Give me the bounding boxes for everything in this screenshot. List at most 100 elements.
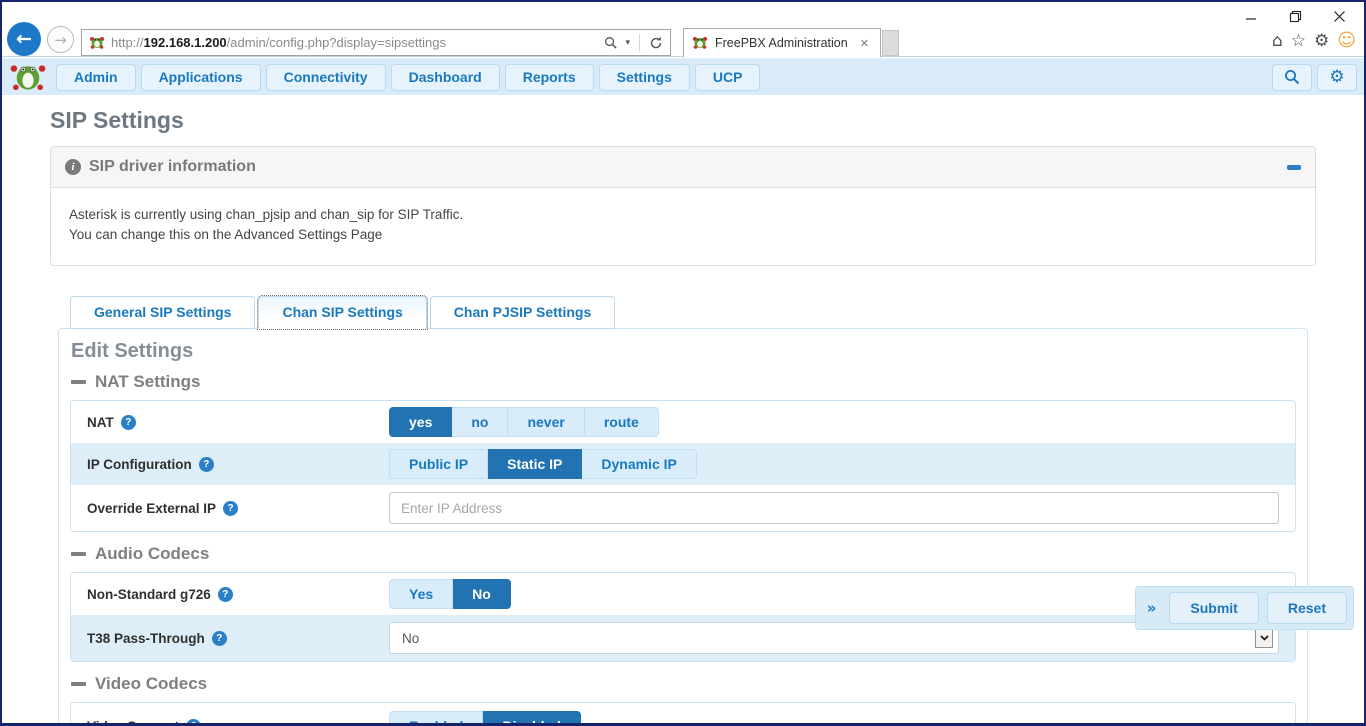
nat-settings-rows: NAT ? yes no never route IP Configuratio… [70,400,1296,532]
nat-button-group: yes no never route [389,407,659,437]
section-header-audio-codecs: Audio Codecs [71,544,1295,564]
help-icon[interactable]: ? [218,587,233,602]
tab-chan-sip-settings[interactable]: Chan SIP Settings [258,296,426,329]
edit-settings-panel: Edit Settings NAT Settings NAT ? yes no … [58,328,1308,726]
nat-option-never[interactable]: never [508,407,584,437]
collapse-section-icon[interactable] [71,552,86,556]
select-arrow-icon[interactable] [1255,628,1273,648]
search-icon[interactable] [601,34,620,51]
video-option-enabled[interactable]: Enabled [389,711,483,726]
audio-codecs-rows: Non-Standard g726 ? Yes No T38 Pass-Thro… [70,572,1296,662]
tab-general-sip-settings[interactable]: General SIP Settings [70,296,255,329]
g726-option-no[interactable]: No [453,579,511,609]
ipconfig-option-static-ip[interactable]: Static IP [488,449,582,479]
nat-option-no[interactable]: no [452,407,508,437]
freepbx-navbar: Admin Applications Connectivity Dashboar… [2,58,1364,95]
navbar-search-icon [1284,69,1300,85]
home-icon[interactable]: ⌂ [1272,33,1283,50]
ip-configuration-label: IP Configuration ? [87,457,389,472]
ip-configuration-button-group: Public IP Static IP Dynamic IP [389,449,697,479]
help-icon[interactable]: ? [121,415,136,430]
new-tab-button[interactable] [882,30,899,56]
addressbar-tools: ▾ [601,34,666,52]
help-icon[interactable]: ? [199,457,214,472]
floating-action-bar: » Submit Reset [1135,586,1354,630]
search-caret-icon[interactable]: ▾ [622,36,633,50]
video-support-label: Video Support ? [87,719,389,726]
freepbx-logo-icon[interactable] [9,62,47,92]
t38-pass-through-row: T38 Pass-Through ? No [71,615,1295,661]
help-icon[interactable]: ? [212,631,227,646]
submit-button[interactable]: Submit [1169,592,1258,624]
forward-button[interactable]: → [47,26,74,53]
help-icon[interactable]: ? [223,501,238,516]
url-host: 192.168.1.200 [144,35,227,50]
tab-close-icon[interactable]: ✕ [857,36,872,51]
favorites-star-icon[interactable]: ☆ [1291,33,1306,50]
g726-button-group: Yes No [389,579,511,609]
feedback-smiley-icon[interactable]: ☺ [1337,32,1356,50]
nav-item-applications[interactable]: Applications [141,64,261,91]
close-button[interactable] [1324,6,1354,26]
sip-driver-info-header[interactable]: i SIP driver information [50,146,1316,188]
browser-toolbar-icons: ⌂ ☆ ⚙ ☺ [1272,32,1356,50]
nav-item-dashboard[interactable]: Dashboard [391,64,500,91]
field-label: Override External IP [87,501,216,516]
non-standard-g726-label: Non-Standard g726 ? [87,587,389,602]
url-text: http://192.168.1.200/admin/config.php?di… [111,35,595,50]
sip-driver-info-body: Asterisk is currently using chan_pjsip a… [50,188,1316,266]
ipconfig-option-public-ip[interactable]: Public IP [389,449,488,479]
page-title: SIP Settings [50,107,1364,134]
edit-settings-title: Edit Settings [71,338,1295,364]
browser-tab[interactable]: FreePBX Administration ✕ [683,28,881,57]
info-icon: i [65,159,81,175]
nav-item-admin[interactable]: Admin [56,64,136,91]
video-codecs-rows: Video Support ? Enabled Disabled [70,702,1296,726]
section-title: NAT Settings [95,372,200,392]
override-external-ip-input[interactable] [389,492,1279,524]
navbar-search-button[interactable] [1272,64,1312,91]
nav-item-ucp[interactable]: UCP [695,64,761,91]
nat-row: NAT ? yes no never route [71,401,1295,443]
browser-chrome: ← → http://192.168.1.200/admin/config.ph… [2,2,1364,57]
collapse-section-icon[interactable] [71,380,86,384]
nat-label: NAT ? [87,415,389,430]
forward-icon: → [54,31,67,49]
navbar-gear-button[interactable]: ⚙ [1317,64,1357,91]
ipconfig-option-dynamic-ip[interactable]: Dynamic IP [582,449,696,479]
settings-gear-icon[interactable]: ⚙ [1314,33,1329,50]
video-option-disabled[interactable]: Disabled [483,711,580,726]
field-label: IP Configuration [87,457,192,472]
minimize-button[interactable] [1236,6,1266,26]
back-icon: ← [16,28,32,50]
help-icon[interactable]: ? [186,719,201,726]
nav-item-settings[interactable]: Settings [599,64,690,91]
collapse-actionbar-icon[interactable]: » [1142,599,1162,617]
sip-driver-info-panel: i SIP driver information Asterisk is cur… [50,146,1316,266]
sip-driver-info-title: SIP driver information [89,158,256,176]
address-bar[interactable]: http://192.168.1.200/admin/config.php?di… [81,29,671,56]
field-label: Video Support [87,719,179,726]
navbar-gear-icon: ⚙ [1329,67,1344,87]
nat-option-yes[interactable]: yes [389,407,452,437]
restore-button[interactable] [1280,6,1310,26]
tab-chan-pjsip-settings[interactable]: Chan PJSIP Settings [430,296,615,329]
g726-option-yes[interactable]: Yes [389,579,453,609]
window-controls [1236,6,1354,26]
refresh-icon[interactable] [646,34,666,52]
collapse-section-icon[interactable] [71,682,86,686]
sip-driver-info-line2: You can change this on the Advanced Sett… [69,225,1297,245]
nat-option-route[interactable]: route [585,407,659,437]
nav-item-connectivity[interactable]: Connectivity [266,64,386,91]
video-support-row: Video Support ? Enabled Disabled [71,703,1295,726]
reset-button[interactable]: Reset [1267,592,1347,624]
non-standard-g726-row: Non-Standard g726 ? Yes No [71,573,1295,615]
section-title: Audio Codecs [95,544,209,564]
override-external-ip-row: Override External IP ? [71,485,1295,531]
field-label: T38 Pass-Through [87,631,205,646]
section-header-nat-settings: NAT Settings [71,372,1295,392]
nav-item-reports[interactable]: Reports [505,64,594,91]
collapse-panel-icon[interactable] [1287,165,1301,170]
back-button[interactable]: ← [7,22,41,56]
field-label: NAT [87,415,114,430]
